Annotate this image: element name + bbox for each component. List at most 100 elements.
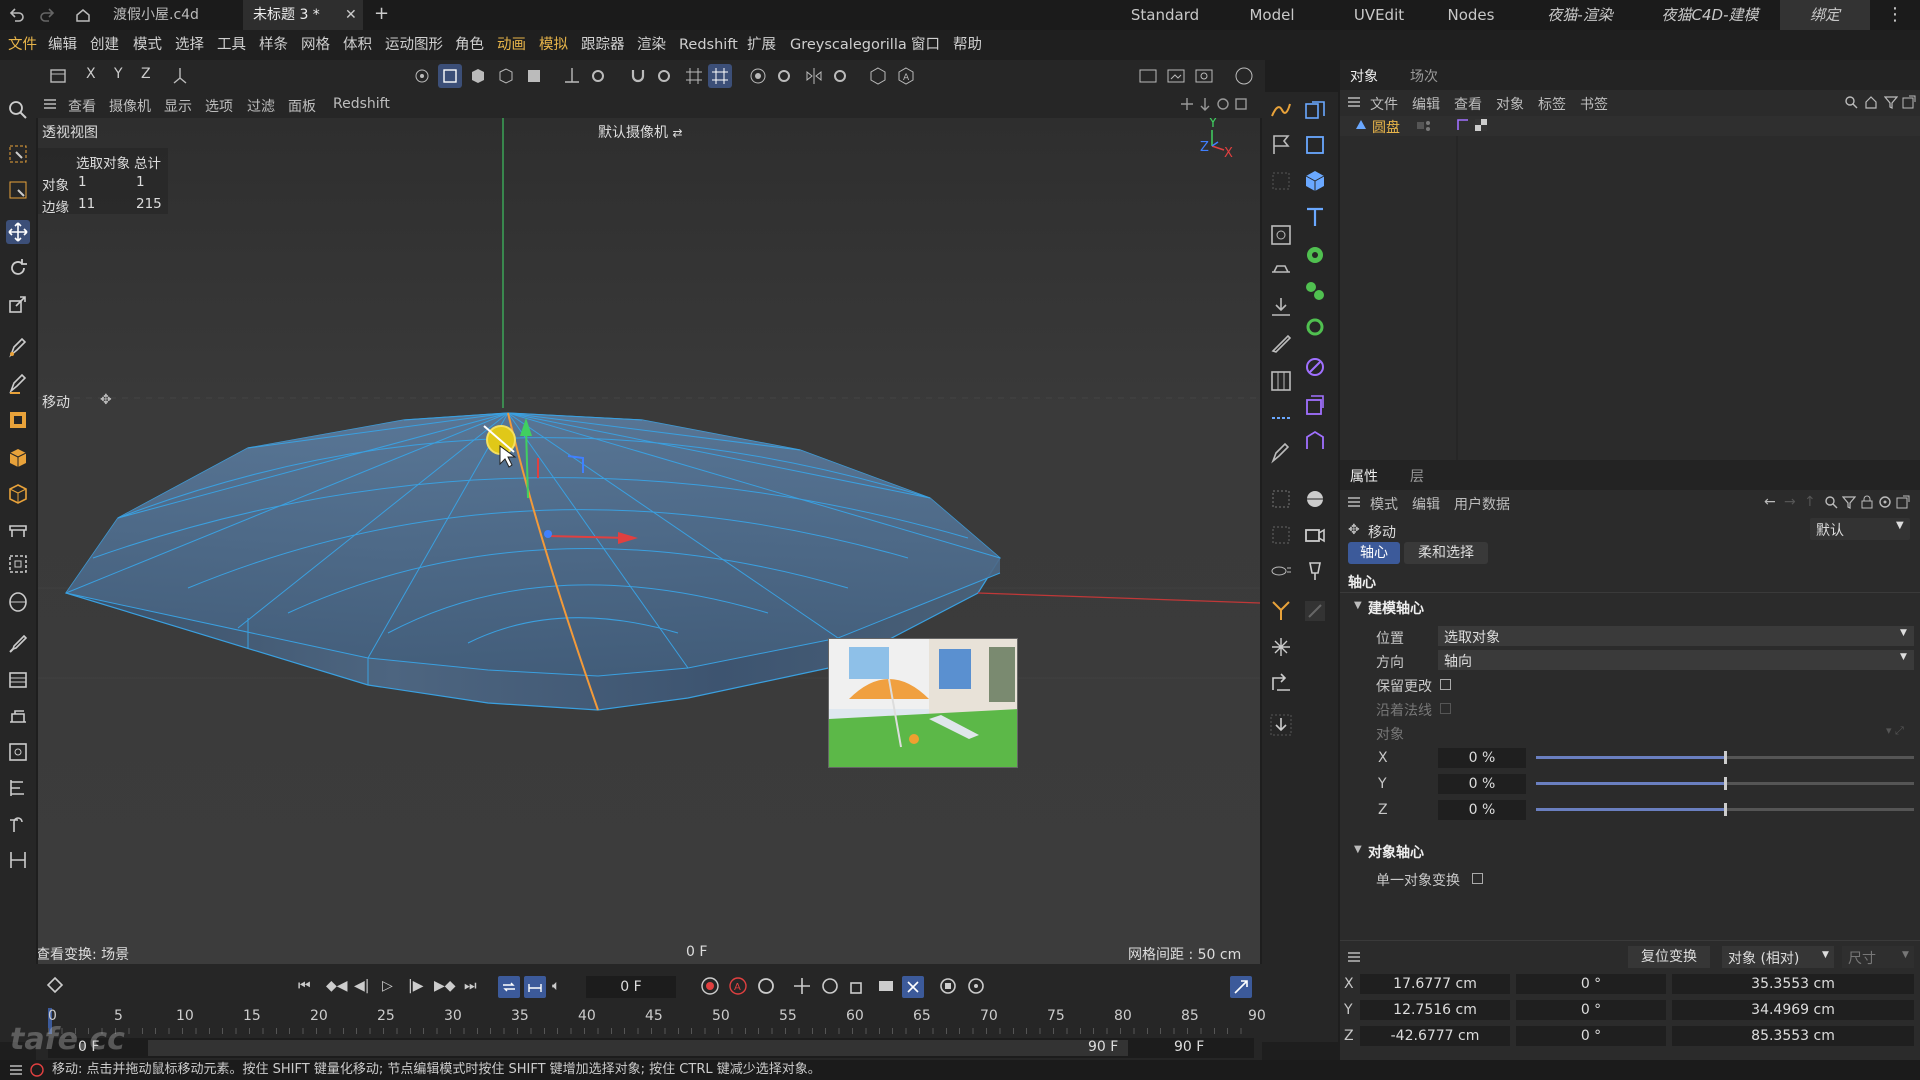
soft-selection-icon[interactable]: [746, 64, 770, 88]
viewport-menu-display[interactable]: 显示: [164, 96, 192, 116]
coordinate-system-icon[interactable]: [168, 64, 192, 88]
sparkle-icon[interactable]: [1268, 634, 1294, 660]
z-axis-toggle[interactable]: Z: [141, 66, 151, 82]
cloner-icon[interactable]: [1302, 278, 1328, 304]
eye-filter-icon[interactable]: [1268, 558, 1294, 584]
menu-tracker[interactable]: 跟踪器: [581, 30, 625, 60]
expand-icon[interactable]: [1902, 95, 1916, 109]
transfer-icon[interactable]: [1268, 670, 1294, 696]
spline-smooth-icon[interactable]: [1268, 98, 1294, 124]
render-settings-icon[interactable]: [1192, 64, 1216, 88]
cube-primitive-icon[interactable]: [6, 446, 30, 470]
direction-dropdown[interactable]: 轴向 ▼: [1438, 650, 1914, 670]
coord-z-position[interactable]: -42.6777 cm: [1360, 1026, 1510, 1046]
object-menu-object[interactable]: 对象: [1496, 94, 1524, 114]
graph-view-icon[interactable]: [1230, 976, 1252, 998]
goto-end-icon[interactable]: ⏭: [464, 978, 477, 994]
goto-start-icon[interactable]: ⏮: [298, 978, 311, 994]
import-icon[interactable]: [1268, 712, 1294, 738]
orbit-view-icon[interactable]: [1216, 97, 1230, 111]
object-manager-icon[interactable]: [1302, 98, 1328, 124]
sketch-spline-icon[interactable]: [6, 372, 30, 396]
up-arrow-icon[interactable]: ↑: [1804, 494, 1816, 510]
object-menu-icon[interactable]: [1346, 94, 1362, 110]
close-icon[interactable]: ✕: [345, 0, 357, 30]
drop-to-floor-icon[interactable]: [1268, 294, 1294, 320]
search-icon[interactable]: [6, 98, 30, 122]
menu-icon[interactable]: [8, 1062, 24, 1078]
tab-layers[interactable]: 层: [1410, 466, 1424, 486]
prev-frame-icon[interactable]: ◀|: [354, 978, 369, 994]
object-menu-view[interactable]: 查看: [1454, 94, 1482, 114]
object-menu-edit[interactable]: 编辑: [1412, 94, 1440, 114]
y-axis-toggle[interactable]: Y: [114, 66, 123, 82]
menu-character[interactable]: 角色: [455, 30, 484, 60]
menu-redshift[interactable]: Redshift: [679, 30, 738, 60]
next-key-icon[interactable]: ▶◆: [434, 978, 456, 994]
menu-help[interactable]: 帮助: [953, 30, 982, 60]
loop-cut-icon[interactable]: [1268, 368, 1294, 394]
sky-icon[interactable]: [1302, 486, 1328, 512]
settings-icon[interactable]: [1878, 495, 1892, 509]
object-menu-file[interactable]: 文件: [1370, 94, 1398, 114]
keyframe-settings-icon[interactable]: [756, 976, 776, 996]
axis-x-slider[interactable]: [1536, 751, 1914, 764]
axis-x-slider-knob[interactable]: [1724, 751, 1727, 764]
text-tool-icon[interactable]: [1302, 204, 1328, 230]
menu-file[interactable]: 文件: [8, 30, 37, 60]
timeline-ruler[interactable]: 0 5 10 15 20 25 30 35 40 45 50 55 60 65 …: [48, 1008, 1266, 1034]
points-mode-icon[interactable]: [410, 64, 434, 88]
auto-workplane-icon[interactable]: A: [894, 64, 918, 88]
tab-file-2[interactable]: 未标题 3 * ✕: [243, 0, 363, 30]
object-visibility-dots[interactable]: [1416, 119, 1432, 133]
coord-y-size[interactable]: 34.4969 cm: [1672, 1000, 1914, 1020]
extrude-tool-icon[interactable]: [1268, 258, 1294, 284]
home-icon[interactable]: [1864, 95, 1878, 109]
axis-z-field[interactable]: 0 %: [1438, 800, 1526, 820]
attribute-menu-edit[interactable]: 编辑: [1412, 494, 1440, 514]
size-dropdown[interactable]: 尺寸 ▼: [1842, 946, 1914, 968]
x-axis-toggle[interactable]: X: [86, 66, 96, 82]
record-icon[interactable]: [700, 976, 720, 996]
sound-icon[interactable]: 🔈︎: [552, 978, 560, 994]
layout-modeling[interactable]: 夜猫C4D-建模: [1648, 0, 1772, 30]
polygons-mode-icon[interactable]: [466, 64, 490, 88]
coord-z-size[interactable]: 85.3553 cm: [1672, 1026, 1914, 1046]
preview-range-icon[interactable]: [524, 976, 546, 998]
visibility-icon[interactable]: [1268, 486, 1294, 512]
single-object-checkbox[interactable]: [1472, 873, 1483, 884]
menu-window[interactable]: 窗口: [911, 30, 940, 60]
tab-file-1[interactable]: 渡假小屋.c4d: [103, 0, 235, 30]
more-vertical-icon[interactable]: ⋮: [1886, 4, 1904, 25]
maximize-view-icon[interactable]: [1234, 97, 1248, 111]
symmetry-icon[interactable]: [802, 64, 826, 88]
menu-simulate[interactable]: 模拟: [539, 30, 568, 60]
key-position-icon[interactable]: [792, 976, 812, 996]
grid-snap-icon[interactable]: [682, 64, 706, 88]
loop-icon[interactable]: [498, 976, 520, 998]
tab-takes[interactable]: 场次: [1410, 66, 1438, 86]
layout-render[interactable]: 夜猫-渲染: [1530, 0, 1630, 30]
coord-menu-icon[interactable]: [1346, 949, 1362, 965]
deformer-bend-icon[interactable]: [1302, 354, 1328, 380]
ffd-icon[interactable]: [1302, 392, 1328, 418]
snap-settings-gear-icon[interactable]: [652, 64, 676, 88]
hamburger-icon[interactable]: [42, 96, 58, 112]
coord-y-rotation[interactable]: 0 °: [1516, 1000, 1666, 1020]
timeline-settings-icon[interactable]: [966, 976, 986, 996]
preview-range-slider[interactable]: [148, 1040, 1128, 1056]
group-object-axis[interactable]: 对象轴心: [1368, 842, 1424, 862]
extrude-icon[interactable]: [6, 518, 30, 542]
effector-icon[interactable]: [1302, 314, 1328, 340]
coord-y-position[interactable]: 12.7516 cm: [1360, 1000, 1510, 1020]
redo-icon[interactable]: [38, 6, 56, 24]
key-scale-icon[interactable]: [848, 976, 868, 996]
filter-icon[interactable]: [1842, 495, 1856, 509]
key-param-icon[interactable]: [876, 976, 896, 996]
uv-mode-icon[interactable]: [494, 64, 518, 88]
new-tab-button[interactable]: +: [374, 3, 389, 24]
object-menu-bookmarks[interactable]: 书签: [1580, 94, 1608, 114]
light-icon[interactable]: [1302, 558, 1328, 584]
coord-mode-dropdown[interactable]: 对象 (相对) ▼: [1722, 946, 1834, 968]
menu-greyscalegorilla[interactable]: Greyscalegorilla: [790, 30, 907, 60]
